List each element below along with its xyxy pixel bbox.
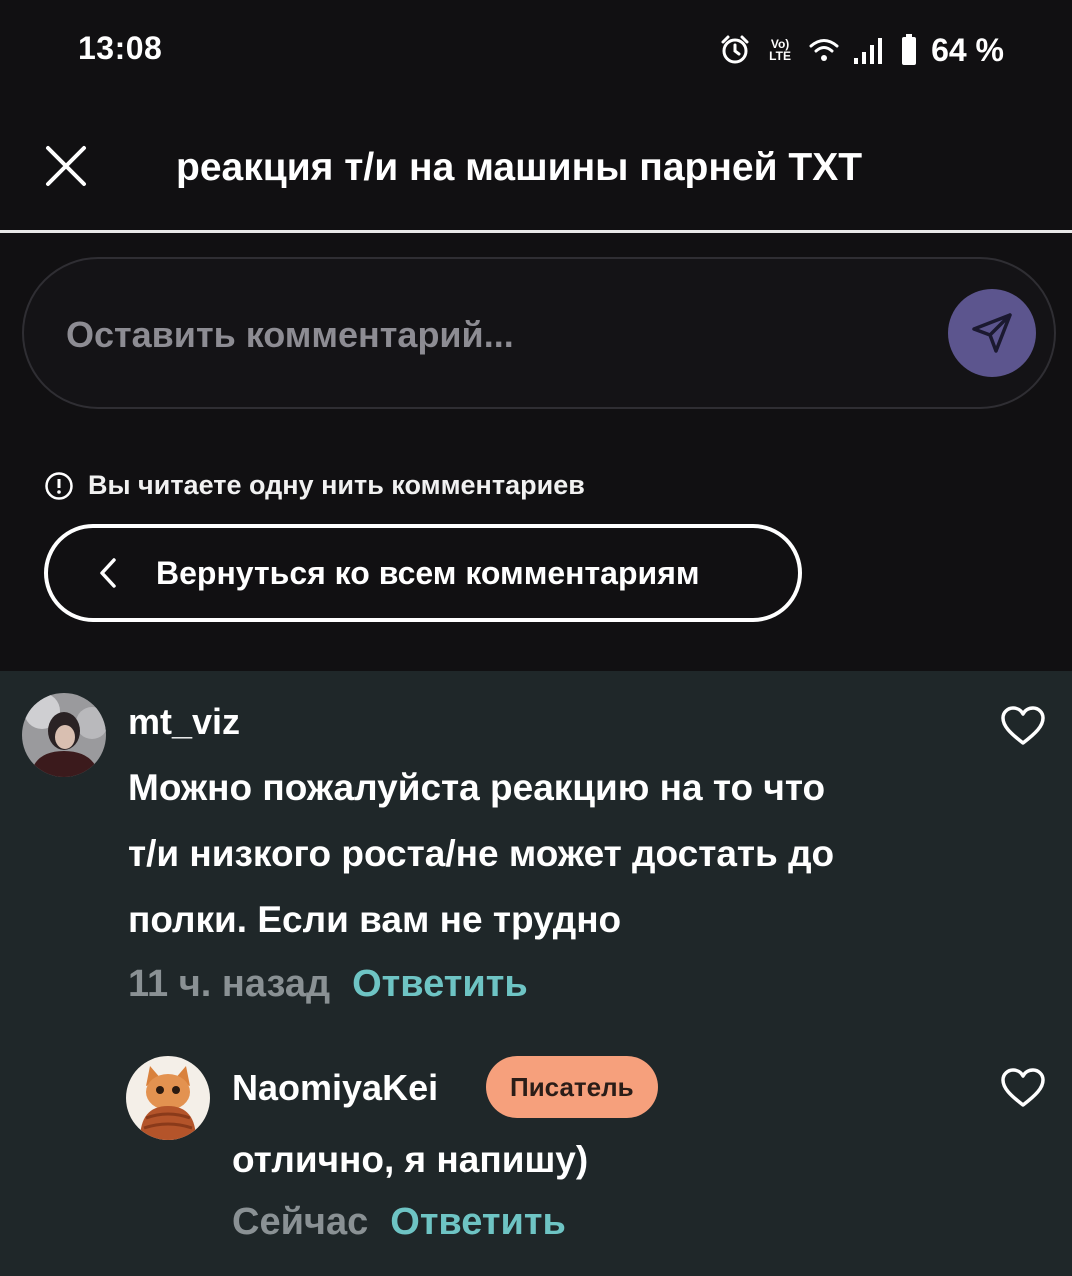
status-icons: Vo) LTE 64 % — [719, 28, 1004, 72]
user-avatar-icon — [22, 693, 106, 777]
header: реакция т/и на машины парней TXT — [0, 110, 1072, 230]
close-icon[interactable] — [40, 140, 92, 192]
volte-bottom: LTE — [769, 49, 791, 63]
comment-meta: 11 ч. назад Ответить — [128, 963, 528, 1006]
thread-notice: Вы читаете одну нить комментариев — [44, 470, 585, 501]
avatar[interactable] — [22, 693, 106, 777]
reply-button[interactable]: Ответить — [390, 1201, 566, 1244]
alarm-icon — [721, 35, 749, 64]
comment-input-container — [22, 257, 1056, 409]
status-bar: 13:08 Vo) LTE 64 % — [0, 0, 1072, 100]
comment-text-line: т/и низкого роста/не может достать до — [128, 833, 835, 874]
send-icon — [972, 313, 1012, 353]
reply-button[interactable]: Ответить — [352, 963, 528, 1006]
comments-list: mt_viz Можно пожалуйста реакцию на то чт… — [0, 671, 1072, 1276]
volte-indicator: Vo) LTE — [765, 38, 795, 62]
comment-timestamp: 11 ч. назад — [128, 963, 331, 1005]
back-to-all-comments-button[interactable]: Вернуться ко всем комментариям — [44, 524, 802, 622]
chevron-left-icon — [100, 558, 116, 588]
screen: 13:08 Vo) LTE 64 % реакция т/и на машины… — [0, 0, 1072, 1276]
wifi-icon — [809, 39, 839, 61]
comment-username[interactable]: mt_viz — [128, 701, 240, 743]
reply-timestamp: Сейчас — [232, 1201, 369, 1243]
page-title: реакция т/и на машины парней TXT — [176, 146, 863, 189]
status-time: 13:08 — [78, 30, 163, 66]
header-divider — [0, 230, 1072, 233]
reply-text: отлично, я напишу) — [232, 1127, 972, 1193]
comment-text-line: Можно пожалуйста реакцию на то что — [128, 767, 826, 808]
avatar[interactable] — [126, 1056, 210, 1140]
heart-icon[interactable] — [1000, 1067, 1046, 1109]
cat-avatar-icon — [126, 1056, 210, 1140]
info-icon — [45, 471, 73, 500]
reply-username[interactable]: NaomiyaKei — [232, 1067, 438, 1109]
reply-text-line: отлично, я напишу) — [232, 1139, 589, 1180]
send-button[interactable] — [948, 289, 1036, 377]
back-button-label: Вернуться ко всем комментариям — [156, 554, 700, 591]
comment-text: Можно пожалуйста реакцию на то что т/и н… — [128, 755, 968, 953]
reply-meta: Сейчас Ответить — [232, 1201, 566, 1244]
battery-icon — [902, 34, 917, 65]
heart-icon[interactable] — [1000, 705, 1046, 747]
signal-icon — [854, 38, 883, 64]
comment-text-line: полки. Если вам не трудно — [128, 899, 622, 940]
writer-badge: Писатель — [486, 1056, 658, 1118]
battery-percent: 64 % — [931, 31, 1004, 68]
comment-input[interactable] — [66, 305, 926, 365]
thread-notice-text: Вы читаете одну нить комментариев — [88, 470, 585, 500]
